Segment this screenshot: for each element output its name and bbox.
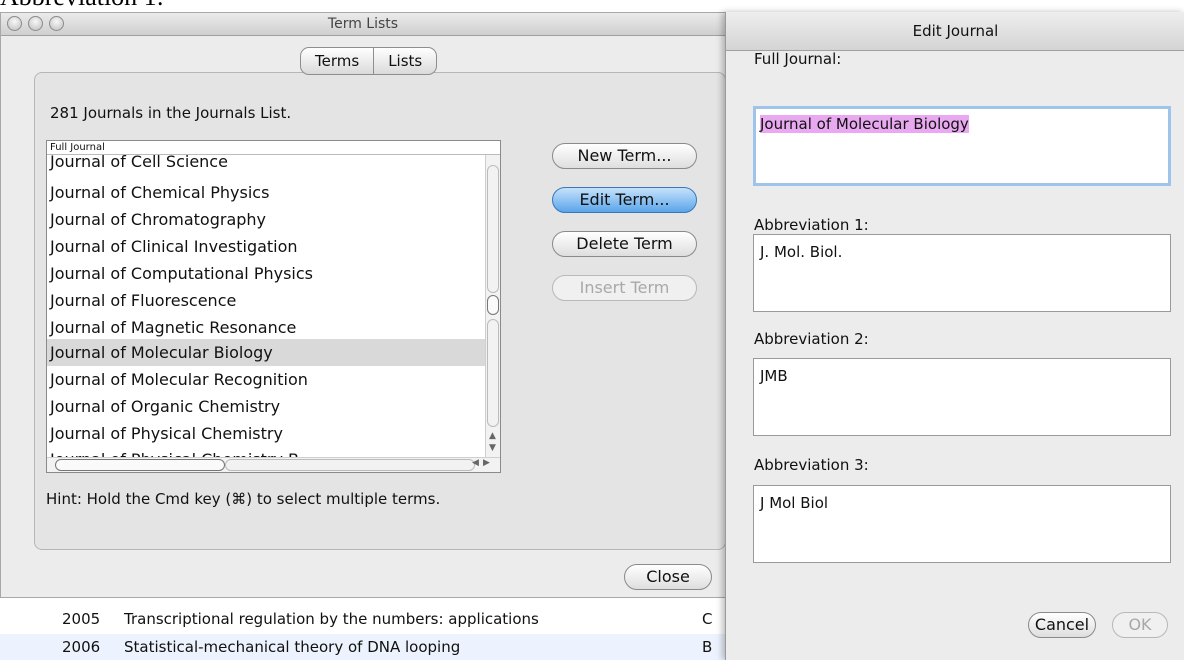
delete-term-button[interactable]: Delete Term <box>552 231 697 257</box>
window-title: Term Lists <box>327 16 399 32</box>
list-item[interactable]: Journal of Clinical Investigation <box>47 233 488 260</box>
full-journal-label: Full Journal: <box>754 50 842 68</box>
list-item[interactable]: Journal of Computational Physics <box>47 260 488 287</box>
journal-list[interactable]: Full Journal Journal of Cell Science Jou… <box>46 140 501 473</box>
abbreviation2-field[interactable]: JMB <box>753 358 1171 436</box>
abbreviation1-label: Abbreviation 1: <box>754 216 869 234</box>
horizontal-scrollbar[interactable]: ◀ ▶ <box>47 457 500 472</box>
list-item[interactable]: Journal of Chromatography <box>47 206 488 233</box>
scroll-right-arrow-icon[interactable]: ▶ <box>483 458 490 468</box>
scroll-track[interactable] <box>487 165 499 293</box>
sheet-title: Edit Journal <box>726 12 1184 51</box>
row-year: 2005 <box>62 610 101 628</box>
row-title: Transcriptional regulation by the number… <box>124 610 539 628</box>
window-titlebar[interactable]: Term Lists <box>1 13 725 36</box>
edit-term-button[interactable]: Edit Term... <box>552 187 697 213</box>
full-journal-value: Journal of Molecular Biology <box>760 115 969 133</box>
scroll-up-arrow-icon[interactable]: ▲ <box>489 431 496 441</box>
abbreviation1-value: J. Mol. Biol. <box>760 243 843 261</box>
ok-button[interactable]: OK <box>1112 612 1168 638</box>
journal-count-label: 281 Journals in the Journals List. <box>50 104 292 122</box>
new-term-button[interactable]: New Term... <box>552 143 697 169</box>
tab-control: Terms Lists <box>300 47 438 75</box>
abbreviation2-label: Abbreviation 2: <box>754 330 869 348</box>
list-item[interactable]: Journal of Chemical Physics <box>47 179 488 206</box>
hint-text: Hint: Hold the Cmd key (⌘) to select mul… <box>46 490 441 508</box>
edit-journal-sheet: Edit Journal Full Journal: Journal of Mo… <box>725 12 1184 660</box>
cancel-button[interactable]: Cancel <box>1028 612 1096 638</box>
row-year: 2006 <box>62 638 101 656</box>
table-row[interactable]: 2006 Statistical-mechanical theory of DN… <box>0 634 726 660</box>
abbreviation2-value: JMB <box>760 367 788 385</box>
scroll-track[interactable] <box>225 459 475 471</box>
list-item[interactable]: Journal of Fluorescence <box>47 287 488 314</box>
abbreviation3-field[interactable]: J Mol Biol <box>753 485 1171 563</box>
row-title: Statistical-mechanical theory of DNA loo… <box>124 638 461 656</box>
scroll-thumb[interactable] <box>487 295 499 315</box>
list-item[interactable]: Journal of Organic Chemistry <box>47 393 488 420</box>
vertical-scrollbar[interactable]: ▲ ▼ <box>485 155 500 459</box>
list-item[interactable]: Journal of Cell Science <box>47 148 488 175</box>
abbreviation1-field[interactable]: J. Mol. Biol. <box>753 234 1171 312</box>
list-item-selected[interactable]: Journal of Molecular Biology <box>47 339 488 366</box>
row-author: C <box>702 610 713 628</box>
scroll-track[interactable] <box>487 319 499 427</box>
document-heading: Abbreviation 1: <box>0 0 164 12</box>
list-item[interactable]: Journal of Molecular Recognition <box>47 366 488 393</box>
list-item[interactable]: Journal of Physical Chemistry <box>47 420 488 447</box>
tab-lists[interactable]: Lists <box>373 48 436 74</box>
table-row[interactable]: 2005 Transcriptional regulation by the n… <box>0 606 726 632</box>
scroll-thumb[interactable] <box>55 459 225 471</box>
list-item[interactable]: Journal of Magnetic Resonance <box>47 314 488 341</box>
abbreviation3-value: J Mol Biol <box>760 494 829 512</box>
scroll-down-arrow-icon[interactable]: ▼ <box>489 443 496 453</box>
scroll-left-arrow-icon[interactable]: ◀ <box>472 458 479 468</box>
tab-terms[interactable]: Terms <box>301 48 373 74</box>
full-journal-field[interactable]: Journal of Molecular Biology <box>753 106 1171 186</box>
abbreviation3-label: Abbreviation 3: <box>754 456 869 474</box>
row-author: B <box>702 638 713 656</box>
close-button[interactable]: Close <box>624 564 712 590</box>
insert-term-button[interactable]: Insert Term <box>552 275 697 301</box>
